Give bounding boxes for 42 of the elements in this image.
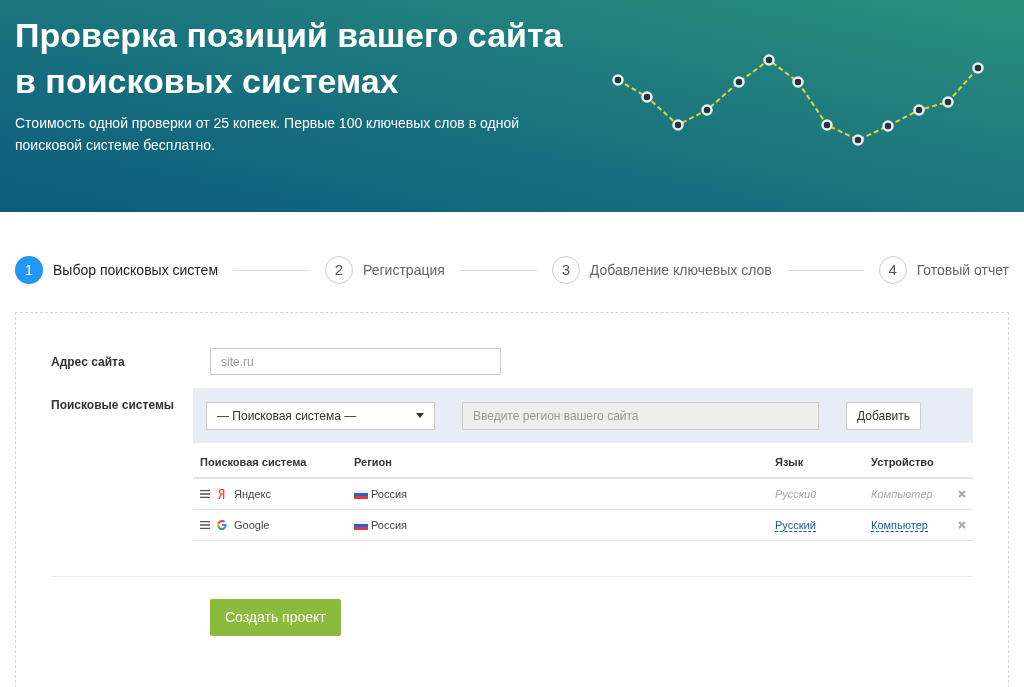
engine-name: Яндекс <box>234 486 271 502</box>
flag-icon <box>354 489 368 499</box>
graph-point <box>612 74 624 86</box>
step-label: Готовый отчет <box>916 260 1009 280</box>
field-label: Поисковые системы <box>51 397 176 414</box>
flag-icon <box>354 520 368 530</box>
column-header: Устройство <box>871 454 935 470</box>
page-title: Проверка позиций вашего сайта в поисковых системах <box>15 15 564 102</box>
graph-point <box>942 96 954 108</box>
region-name: Россия <box>371 486 408 502</box>
graph-point <box>763 54 775 66</box>
field-label: Адрес сайта <box>51 353 126 371</box>
graph-point <box>913 104 925 116</box>
step-label: Выбор поисковых систем <box>53 260 218 280</box>
drag-handle-icon[interactable] <box>200 490 210 498</box>
graph-point <box>733 76 745 88</box>
graph-point <box>641 91 653 103</box>
region-name: Россия <box>371 517 408 533</box>
graph-point <box>821 119 833 131</box>
search-engine-dropdown[interactable]: — Поисковая система — <box>206 401 435 430</box>
step-number: 1 <box>15 256 43 284</box>
device-link[interactable]: Компьютер <box>871 518 928 532</box>
graph-point <box>792 76 804 88</box>
column-header: Язык <box>775 454 805 470</box>
step-label: Добавление ключевых слов <box>589 260 772 280</box>
language-link[interactable]: Русский <box>775 518 816 532</box>
graph-point <box>972 62 984 74</box>
graph-point <box>852 134 864 146</box>
graph-point <box>672 119 684 131</box>
yandex-logo-icon <box>217 489 226 499</box>
google-logo-icon <box>216 520 227 530</box>
graph-point <box>701 104 713 116</box>
site-address-field[interactable]: site.ru <box>210 348 501 375</box>
add-button[interactable]: Добавить <box>846 401 922 430</box>
column-header: Поисковая система <box>200 454 308 470</box>
caret-icon <box>416 413 424 418</box>
step-label: Регистрация <box>363 260 445 280</box>
graph-point <box>882 120 894 132</box>
page-subtitle: Стоимость одной проверки от 25 копеек. Первые 100 ключевых слов в одной поисковой системе бесплатно. <box>15 114 520 155</box>
engine-name: Google <box>234 517 270 533</box>
drag-handle-icon[interactable] <box>200 521 210 529</box>
column-header: Регион <box>354 454 393 470</box>
